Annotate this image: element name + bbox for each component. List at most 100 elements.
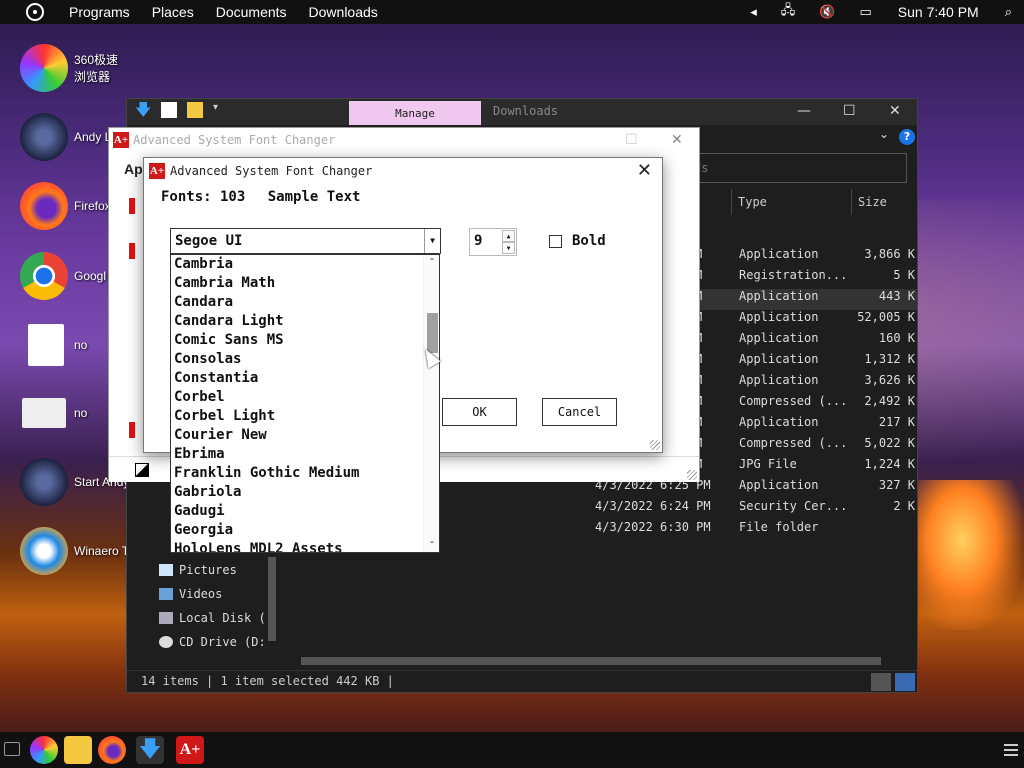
close-icon[interactable]: ✕	[889, 103, 901, 119]
properties-icon[interactable]	[161, 102, 177, 118]
row-type: Compressed (...	[739, 436, 848, 450]
table-row[interactable]: 4/3/2022 6:30 PM File folder	[587, 520, 917, 541]
row-type: Application	[739, 247, 819, 261]
font-size-spinner[interactable]: 9 ▲ ▼	[469, 228, 517, 256]
row-size: 1,312 K	[864, 352, 915, 366]
taskbar-font-changer-icon[interactable]: A+	[176, 736, 204, 764]
column-separator[interactable]	[731, 189, 732, 215]
font-dropdown-list[interactable]: Cambria Cambria Math Candara Candara Light C…	[170, 254, 440, 553]
column-header-size[interactable]: Size	[858, 195, 887, 209]
app-logo-icon: A+	[113, 132, 129, 148]
red-marker	[129, 422, 135, 438]
minimize-icon[interactable]: —	[797, 103, 811, 119]
clock[interactable]: Sun 7:40 PM	[898, 4, 979, 20]
maximize-icon[interactable]: ☐	[625, 132, 638, 148]
font-list-item[interactable]: Corbel Light	[171, 407, 439, 426]
taskbar-360-browser-icon[interactable]	[30, 736, 58, 764]
new-folder-icon[interactable]	[187, 102, 203, 118]
help-icon[interactable]: ?	[899, 129, 915, 145]
menu-programs[interactable]: Programs	[58, 4, 141, 20]
row-size: 1,224 K	[864, 457, 915, 471]
scroll-down-icon[interactable]: ⌄	[424, 536, 439, 550]
row-size: 443 K	[878, 289, 915, 303]
font-list-item[interactable]: Consolas	[171, 350, 439, 369]
tab-downloads[interactable]: Downloads	[493, 104, 558, 118]
desktop-icon-360-browser[interactable]: 360极速浏览器	[20, 44, 130, 92]
font-list-item[interactable]: Cambria Math	[171, 274, 439, 293]
taskbar-downloads-icon[interactable]: 🡇	[136, 736, 164, 764]
font-list-item[interactable]: Constantia	[171, 369, 439, 388]
row-date: 4/3/2022 6:30 PM	[595, 520, 711, 534]
app-logo-icon: A+	[149, 163, 165, 179]
column-header-type[interactable]: Type	[738, 195, 767, 209]
menu-downloads[interactable]: Downloads	[298, 4, 389, 20]
row-type: Application	[739, 310, 819, 324]
customize-toolbar-icon[interactable]: ▾	[213, 102, 229, 118]
maximize-icon[interactable]: ☐	[843, 103, 856, 119]
dropdown-scrollbar[interactable]: ⌃ ⌄	[423, 255, 439, 552]
notification-icon[interactable]: ▭	[859, 4, 871, 20]
taskbar-firefox-icon[interactable]	[98, 736, 126, 764]
bold-checkbox[interactable]: Bold	[549, 233, 606, 249]
power-icon[interactable]	[26, 3, 44, 21]
font-stats: Fonts: 103 Sample Text	[161, 189, 360, 205]
column-separator[interactable]	[851, 189, 852, 215]
spin-up-icon[interactable]: ▲	[502, 230, 515, 242]
close-icon[interactable]: ✕	[671, 132, 683, 148]
font-list-item[interactable]: Ebrima	[171, 445, 439, 464]
color-swatch-icon[interactable]	[135, 463, 149, 477]
menu-places[interactable]: Places	[141, 4, 205, 20]
search-icon[interactable]: ⌕	[1005, 4, 1012, 20]
font-list-item[interactable]: Georgia	[171, 521, 439, 540]
row-size: 5 K	[893, 268, 915, 282]
dialog-titlebar: A+ Advanced System Font Changer ✕	[144, 158, 662, 184]
font-list-item[interactable]: Candara	[171, 293, 439, 312]
font-list-item[interactable]: Comic Sans MS	[171, 331, 439, 350]
row-size: 5,022 K	[864, 436, 915, 450]
font-list-item[interactable]: HoloLens MDL2 Assets	[171, 540, 439, 552]
large-icons-view-icon[interactable]	[895, 673, 915, 691]
nav-pane-scrollbar[interactable]	[265, 557, 279, 669]
row-date: 4/3/2022 6:24 PM	[595, 499, 711, 513]
font-combobox[interactable]: Segoe UI ▼	[170, 228, 441, 254]
desktop-icon-winaero[interactable]: Winaero T	[20, 527, 130, 575]
show-desktop-icon[interactable]	[4, 742, 20, 756]
font-list-item[interactable]: Franklin Gothic Medium	[171, 464, 439, 483]
table-row[interactable]: 4/3/2022 6:24 PM Security Cer... 2 K	[587, 499, 917, 520]
taskbar-explorer-icon[interactable]	[64, 736, 92, 764]
row-type: Application	[739, 352, 819, 366]
font-list-item[interactable]: Candara Light	[171, 312, 439, 331]
fonts-count: Fonts: 103	[161, 189, 246, 205]
checkbox-box[interactable]	[549, 234, 562, 248]
details-view-icon[interactable]	[871, 673, 891, 691]
font-list-item[interactable]: Gadugi	[171, 502, 439, 521]
dropdown-arrow-icon[interactable]: ▼	[424, 229, 440, 253]
scrollbar-thumb[interactable]	[268, 557, 276, 641]
font-list-item[interactable]: Courier New	[171, 426, 439, 445]
download-arrow-icon[interactable]: 🡇	[135, 102, 151, 118]
scroll-up-icon[interactable]: ⌃	[424, 257, 439, 271]
close-icon[interactable]: ✕	[637, 160, 652, 181]
resize-grip-icon[interactable]	[687, 470, 697, 480]
font-list-item[interactable]: Corbel	[171, 388, 439, 407]
search-input[interactable]: ds	[687, 153, 907, 183]
menu-documents[interactable]: Documents	[205, 4, 298, 20]
top-panel: Programs Places Documents Downloads ◂ 🖧 …	[0, 0, 1024, 24]
cancel-button[interactable]: Cancel	[542, 398, 617, 426]
resize-grip-icon[interactable]	[650, 440, 660, 450]
font-list-item[interactable]: Gabriola	[171, 483, 439, 502]
ok-button[interactable]: OK	[442, 398, 517, 426]
font-list-item[interactable]: Cambria	[171, 255, 439, 274]
spin-down-icon[interactable]: ▼	[502, 242, 515, 254]
scrollbar-thumb[interactable]	[301, 657, 881, 665]
chevron-down-icon[interactable]: ⌄	[879, 127, 889, 141]
network-icon[interactable]: 🖧	[781, 1, 796, 23]
horizontal-scrollbar[interactable]	[287, 654, 917, 668]
taskbar-menu-icon[interactable]	[1004, 744, 1018, 756]
red-marker	[129, 243, 135, 259]
row-size: 3,626 K	[864, 373, 915, 387]
dialog-title: Advanced System Font Changer	[170, 164, 373, 178]
volume-muted-icon[interactable]: 🔇	[819, 4, 835, 20]
tab-manage[interactable]: Manage	[349, 101, 481, 125]
tray-arrow-icon[interactable]: ◂	[750, 4, 757, 20]
